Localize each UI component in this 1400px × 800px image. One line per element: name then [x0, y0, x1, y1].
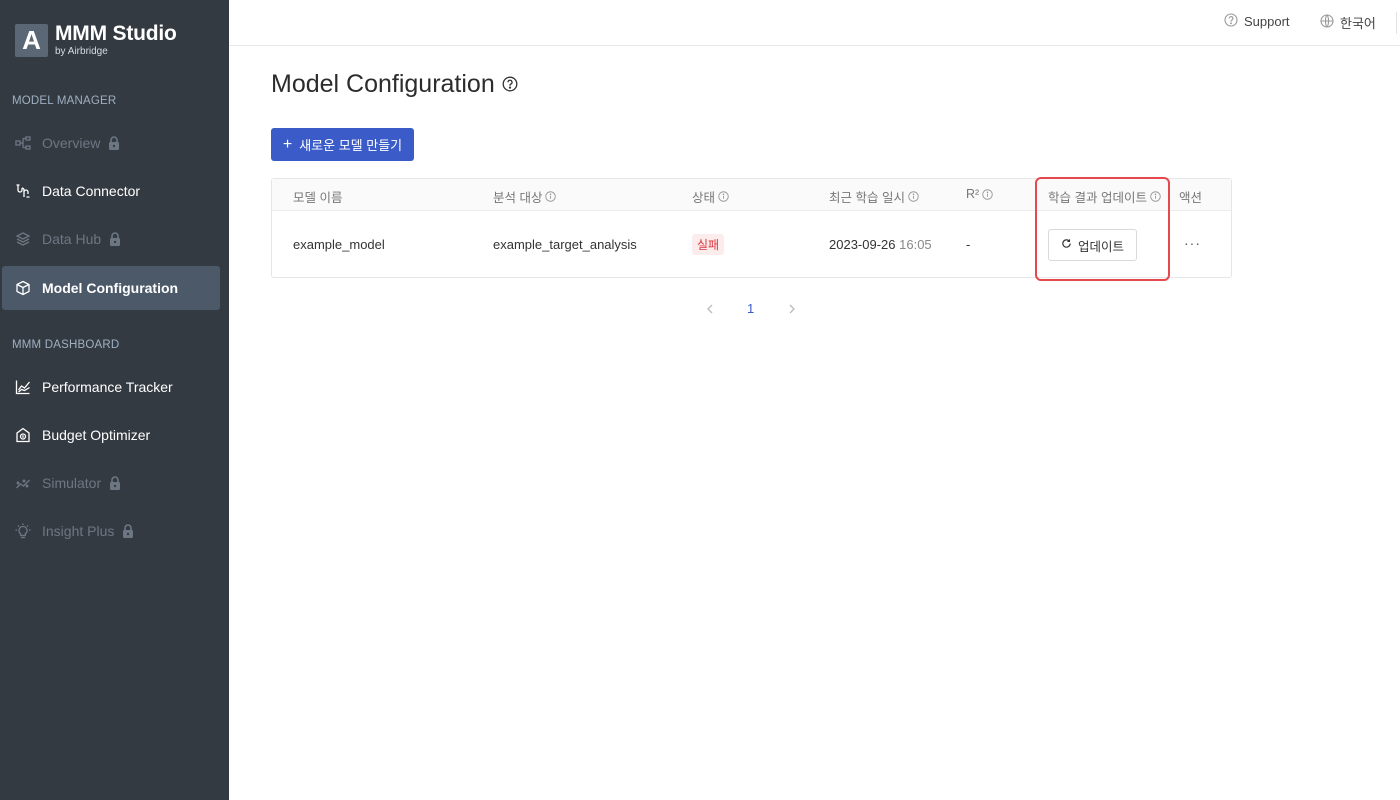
plus-icon: + [282, 135, 293, 153]
language-selector[interactable]: 한국어 [1320, 13, 1376, 32]
budget-icon [15, 427, 31, 443]
sidebar-item-insight-plus[interactable]: Insight Plus [2, 509, 220, 553]
sidebar-item-overview[interactable]: Overview [2, 121, 220, 165]
update-button-label: 업데이트 [1077, 239, 1124, 254]
support-link[interactable]: Support [1224, 13, 1290, 30]
scatter-icon [15, 475, 31, 491]
sidebar-item-budget-optimizer[interactable]: Budget Optimizer [2, 413, 220, 457]
info-icon[interactable] [908, 191, 919, 202]
column-header-status: 상태 [692, 187, 729, 206]
bulb-icon [15, 523, 31, 539]
header-label: 상태 [692, 191, 716, 205]
brand-subtitle: by Airbridge [55, 46, 108, 57]
header-label: 액션 [1179, 191, 1203, 205]
pagination: 1 [700, 300, 810, 320]
sidebar-item-label: Simulator [42, 475, 102, 491]
layers-icon [15, 231, 31, 247]
page-title-text: Model Configuration [271, 70, 495, 98]
sidebar-item-label: Data Connector [42, 183, 141, 199]
page-number[interactable]: 1 [747, 301, 754, 316]
flow-icon [15, 135, 31, 151]
cell-r2: - [966, 237, 971, 252]
update-button[interactable]: 업데이트 [1048, 229, 1137, 261]
info-icon[interactable] [545, 191, 557, 202]
top-divider [1396, 12, 1397, 34]
header-label: 모델 이름 [293, 191, 343, 205]
header-label: 학습 결과 업데이트 [1048, 191, 1147, 205]
top-bar: Support 한국어 [229, 0, 1400, 46]
column-header-last-trained: 최근 학습 일시 [829, 187, 919, 206]
sidebar-item-label: Performance Tracker [42, 379, 173, 395]
cell-last-trained: 2023-09-26 16:05 [829, 237, 932, 252]
brand-title: MMM Studio [55, 22, 177, 45]
sidebar-item-data-hub[interactable]: Data Hub [2, 217, 220, 261]
chevron-right-icon[interactable] [785, 302, 799, 316]
brand-mark: A [15, 24, 48, 57]
info-icon[interactable] [1150, 191, 1161, 202]
cell-model-name[interactable]: example_model [293, 237, 385, 252]
create-model-label: 새로운 모델 만들기 [299, 138, 403, 153]
cell-target: example_target_analysis [493, 237, 637, 252]
column-header-r2: R² [966, 187, 993, 201]
column-header-model-name: 모델 이름 [293, 187, 342, 206]
language-label: 한국어 [1340, 16, 1376, 31]
sidebar-item-model-configuration[interactable]: Model Configuration [2, 266, 220, 310]
header-label: R² [966, 187, 980, 201]
header-label: 분석 대상 [493, 191, 543, 205]
sidebar-item-data-connector[interactable]: Data Connector [2, 169, 220, 213]
connector-icon [15, 183, 31, 199]
header-label: 최근 학습 일시 [829, 191, 905, 205]
lock-icon [108, 136, 120, 150]
sidebar-item-label: Model Configuration [42, 280, 179, 296]
lock-icon [109, 476, 121, 490]
column-header-actions: 액션 [1179, 187, 1202, 206]
sidebar-item-label: Data Hub [42, 231, 102, 247]
section-label-model-manager: MODEL MANAGER [12, 95, 117, 107]
globe-icon [1320, 14, 1340, 31]
sidebar-item-label: Budget Optimizer [42, 427, 151, 443]
column-header-target: 분석 대상 [493, 187, 557, 206]
chevron-left-icon[interactable] [703, 302, 717, 316]
date-text: 2023-09-26 [829, 237, 896, 252]
refresh-icon [1061, 238, 1078, 252]
sidebar-item-performance-tracker[interactable]: Performance Tracker [2, 365, 220, 409]
cube-icon [15, 280, 31, 296]
info-icon[interactable] [718, 191, 729, 202]
model-table: 모델 이름 분석 대상 상태 최근 학습 일시 R² 학습 결과 업데이트 액션… [271, 178, 1232, 278]
support-label: Support [1244, 14, 1290, 29]
sidebar: A MMM Studio by Airbridge MODEL MANAGER … [0, 0, 229, 800]
brand-logo[interactable]: A MMM Studio by Airbridge [15, 22, 177, 58]
table-header: 모델 이름 분석 대상 상태 최근 학습 일시 R² 학습 결과 업데이트 액션 [272, 179, 1231, 211]
column-header-update-results: 학습 결과 업데이트 [1048, 187, 1161, 206]
lock-icon [122, 524, 134, 538]
page-title: Model Configuration [271, 70, 518, 99]
section-label-dashboard: MMM DASHBOARD [12, 339, 120, 351]
help-icon[interactable] [495, 70, 518, 99]
more-actions-icon[interactable]: ··· [1184, 235, 1201, 251]
line-chart-icon [15, 379, 31, 395]
status-badge: 실패 [692, 234, 725, 255]
sidebar-item-label: Insight Plus [42, 523, 115, 539]
create-model-button[interactable]: + 새로운 모델 만들기 [271, 128, 414, 161]
info-icon[interactable] [982, 188, 993, 200]
question-circle-icon [1224, 13, 1244, 30]
sidebar-item-simulator[interactable]: Simulator [2, 461, 220, 505]
sidebar-item-label: Overview [42, 135, 101, 151]
lock-icon [109, 232, 121, 246]
time-text: 16:05 [899, 237, 932, 252]
